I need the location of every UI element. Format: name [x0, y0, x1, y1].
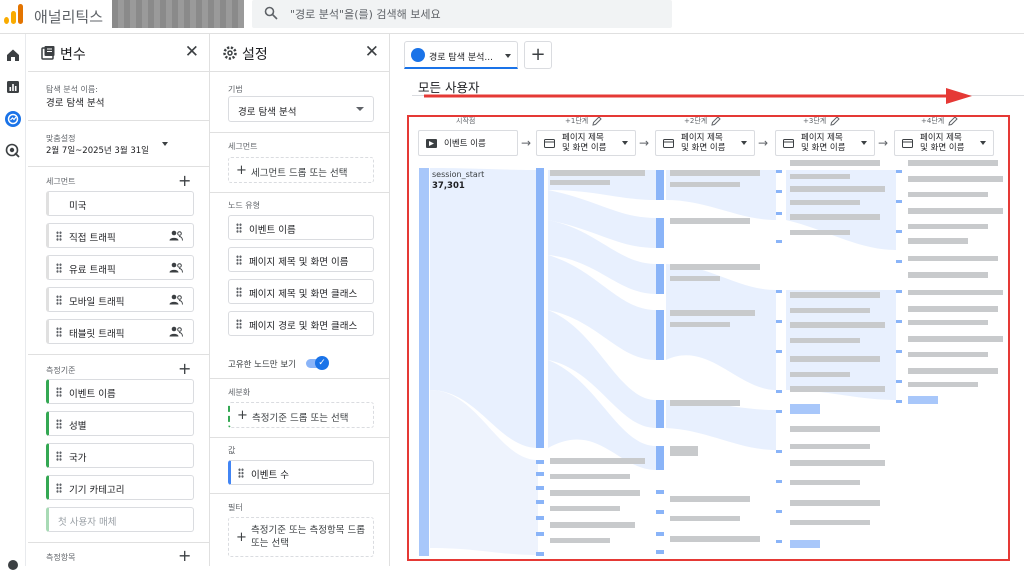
unique-nodes-label: 고유한 노드만 보기	[228, 360, 296, 370]
tab-strip: 경로 탐색 분석... +	[392, 34, 1024, 70]
tab-path-exploration[interactable]: 경로 탐색 분석...	[404, 41, 518, 69]
check-icon: ✓	[315, 356, 329, 370]
drag-handle-icon[interactable]	[56, 419, 62, 429]
chevron-down-icon	[356, 107, 364, 111]
value-chip[interactable]: 이벤트 수	[228, 460, 374, 485]
divider	[210, 192, 389, 193]
user-segment-icon	[169, 262, 183, 273]
reports-icon[interactable]	[4, 78, 22, 96]
divider	[28, 120, 209, 121]
variables-icon	[41, 46, 55, 60]
node-type-chip[interactable]: 이벤트 이름	[228, 215, 374, 240]
values-label: 값	[228, 446, 236, 455]
chevron-down-icon[interactable]	[505, 54, 511, 58]
segment-chip[interactable]: 유료 트래픽	[46, 255, 194, 280]
drag-handle-icon[interactable]	[238, 468, 244, 478]
node-type-chip[interactable]: 페이지 제목 및 화면 클래스	[228, 279, 374, 304]
drag-handle-icon[interactable]	[236, 319, 242, 329]
breakdown-drop-zone[interactable]: + 측정기준 드롭 또는 선택	[228, 402, 374, 428]
dimension-chip[interactable]: 기기 카테고리	[46, 475, 194, 500]
add-dimension-button[interactable]: +	[178, 361, 191, 377]
node-type-chip[interactable]: 페이지 제목 및 화면 이름	[228, 247, 374, 272]
drag-handle-icon[interactable]	[236, 287, 242, 297]
dimension-chip[interactable]: 국가	[46, 443, 194, 468]
variables-panel: 변수 ✕ 탐색 분석 이름: 경로 탐색 분석 맞춤설정 2월 7일~2025년…	[28, 34, 210, 566]
date-dropdown-icon[interactable]	[162, 142, 168, 146]
dimension-chip-ghost[interactable]: 첫 사용자 매체	[46, 507, 194, 532]
filters-label: 필터	[228, 503, 243, 512]
node-type-chip[interactable]: 페이지 경로 및 화면 클래스	[228, 311, 374, 336]
exploration-name[interactable]: 경로 탐색 분석	[46, 95, 104, 109]
drag-handle-icon[interactable]	[236, 223, 242, 233]
segment-chip[interactable]: 미국	[46, 191, 194, 216]
drag-handle-icon[interactable]	[56, 451, 62, 461]
red-arrow-annotation	[424, 88, 972, 104]
segment-label: 세그먼트	[228, 142, 258, 151]
add-segment-button[interactable]: +	[178, 173, 191, 189]
unique-nodes-toggle[interactable]: ✓	[306, 356, 329, 370]
search-icon	[264, 6, 278, 20]
nav-rail	[0, 34, 26, 570]
variables-close-button[interactable]: ✕	[185, 42, 199, 62]
analytics-logo-icon[interactable]	[4, 4, 24, 24]
segment-chip[interactable]: 태블릿 트래픽	[46, 319, 194, 344]
dimension-chip[interactable]: 이벤트 이름	[46, 379, 194, 404]
exploration-name-label: 탐색 분석 이름:	[46, 85, 98, 94]
breakdown-label: 세분화	[228, 388, 251, 397]
dimension-chip[interactable]: 성별	[46, 411, 194, 436]
divider	[210, 493, 389, 494]
app-title[interactable]: 애널리틱스	[34, 6, 103, 27]
variables-title: 변수	[60, 47, 86, 63]
technique-select[interactable]: 경로 탐색 분석	[228, 96, 374, 122]
home-icon[interactable]	[4, 46, 22, 64]
divider	[210, 132, 389, 133]
red-highlight-box	[407, 115, 1010, 561]
gear-icon	[223, 46, 237, 60]
user-segment-icon	[169, 230, 183, 241]
drag-handle-icon[interactable]	[56, 387, 62, 397]
filters-drop-zone[interactable]: + 측정기준 또는 측정항목 드롭 또는 선택	[228, 517, 374, 557]
account-selector[interactable]	[112, 0, 244, 28]
search-placeholder: "경로 분석"을(를) 검색해 보세요	[290, 8, 441, 21]
segments-label: 세그먼트	[46, 177, 76, 186]
date-range[interactable]: 2월 7일~2025년 3월 31일	[46, 144, 149, 156]
node-type-label: 노드 유형	[228, 201, 260, 210]
drag-handle-icon[interactable]	[56, 327, 62, 337]
drag-handle-icon[interactable]	[56, 295, 62, 305]
divider	[28, 542, 209, 543]
divider	[28, 166, 209, 167]
settings-panel: 설정 ✕ 기법 경로 탐색 분석 세그먼트 + 세그먼트 드롭 또는 선택 노드 …	[210, 34, 390, 566]
drag-handle-icon[interactable]	[56, 231, 62, 241]
segment-chip[interactable]: 모바일 트래픽	[46, 287, 194, 312]
advertising-icon[interactable]	[4, 142, 22, 160]
user-segment-icon	[169, 326, 183, 337]
technique-label: 기법	[228, 85, 243, 94]
add-tab-button[interactable]: +	[524, 41, 552, 69]
settings-header: 설정 ✕	[210, 34, 389, 72]
user-segment-icon	[169, 294, 183, 305]
segment-drop-zone[interactable]: + 세그먼트 드롭 또는 선택	[228, 157, 374, 183]
divider	[210, 437, 389, 438]
add-metric-button[interactable]: +	[178, 548, 191, 564]
settings-close-button[interactable]: ✕	[365, 42, 379, 62]
date-label: 맞춤설정	[46, 134, 76, 143]
settings-gear-icon[interactable]	[4, 556, 22, 574]
segment-chip[interactable]: 직접 트래픽	[46, 223, 194, 248]
explore-icon[interactable]	[4, 110, 22, 128]
drag-handle-icon[interactable]	[56, 263, 62, 273]
settings-title: 설정	[242, 47, 268, 63]
drag-handle-icon[interactable]	[56, 483, 62, 493]
top-bar: 애널리틱스 "경로 분석"을(를) 검색해 보세요	[0, 0, 1024, 34]
pencil-icon	[411, 48, 425, 62]
dimensions-label: 측정기준	[46, 366, 76, 375]
drag-handle-icon[interactable]	[236, 255, 242, 265]
divider	[210, 378, 389, 379]
search-input[interactable]: "경로 분석"을(를) 검색해 보세요	[252, 0, 672, 28]
variables-header: 변수 ✕	[28, 34, 209, 72]
divider	[28, 354, 209, 355]
metrics-label: 측정항목	[46, 553, 76, 562]
